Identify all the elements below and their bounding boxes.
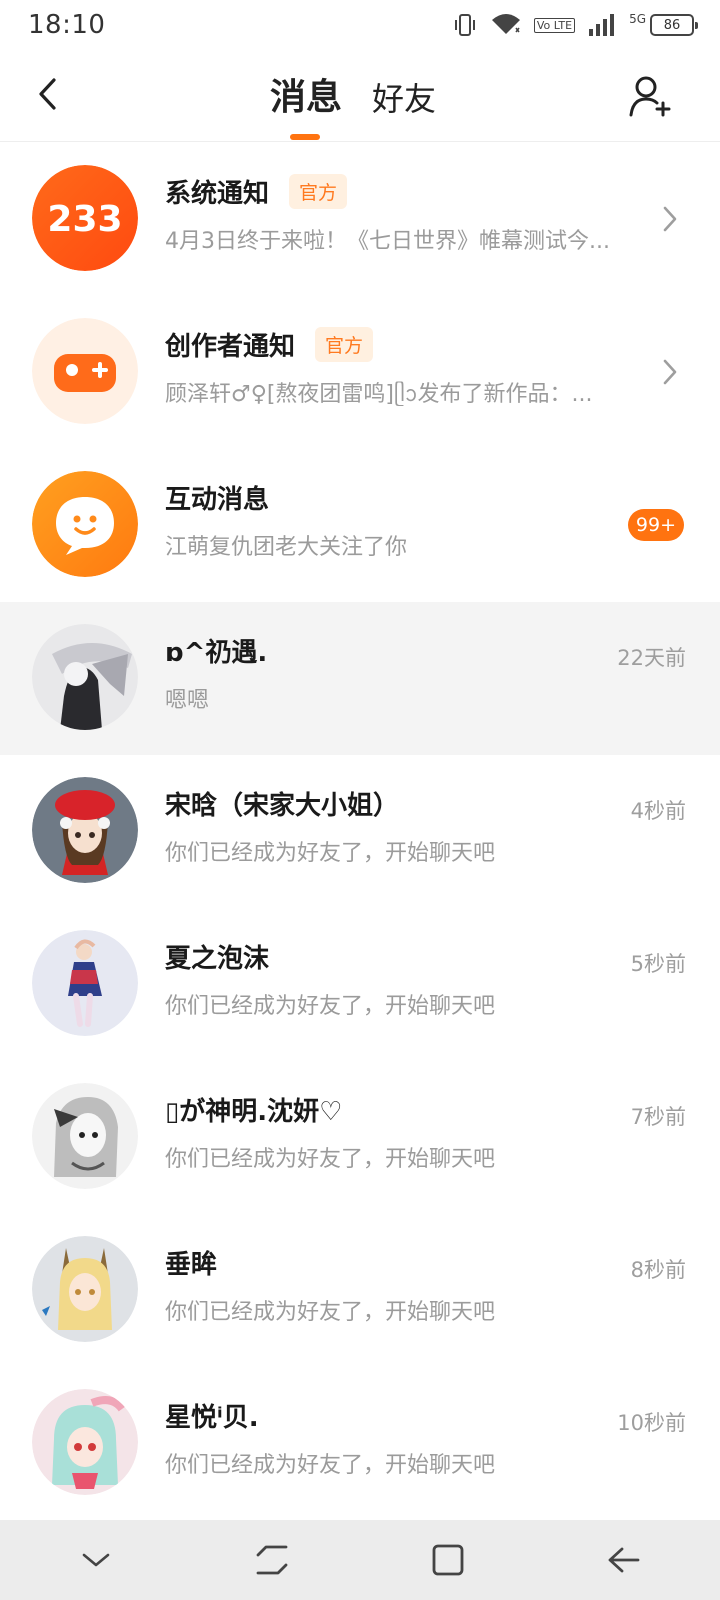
add-friend-button[interactable] [624,70,676,122]
tab-bar: 消息 好友 [270,68,436,120]
chat-last-message: 你们已经成为好友了，开始聊天吧 [165,1453,496,1478]
list-item-system-notice[interactable]: 233 系统通知 官方 4月3日终于来啦！《七日世界》帷幕测试今... [0,143,720,296]
chevron-right-icon [658,203,682,235]
svg-text:233: 233 [47,199,122,240]
chat-last-message: 你们已经成为好友了，开始聊天吧 [165,994,496,1019]
network-type: 5G [629,12,646,26]
row-title: 系统通知 官方 [165,173,348,210]
chat-name: 宋晗（宋家大小姐） [165,791,400,821]
avatar [32,471,138,577]
recents-icon [256,1545,288,1575]
system-nav-bar [0,1520,720,1600]
avatar-image [32,1389,138,1495]
nav-home-button[interactable] [408,1530,488,1590]
message-list: 233 系统通知 官方 4月3日终于来啦！《七日世界》帷幕测试今... 创作者通… [0,143,720,1520]
avatar-image [32,624,138,730]
chat-last-message: 你们已经成为好友了，开始聊天吧 [165,1147,496,1172]
header: 消息 好友 [0,50,720,142]
avatar [32,1389,138,1495]
chat-name: 夏之泡沫 [165,944,270,974]
chat-time: 8秒前 [630,1258,686,1282]
status-time: 18:10 [28,10,106,40]
wifi-icon [490,12,522,38]
tab-friends[interactable]: 好友 [372,74,436,120]
chat-item[interactable]: 垂眸 你们已经成为好友了，开始聊天吧 8秒前 [0,1214,720,1367]
chat-time: 5秒前 [630,952,686,976]
chat-time: 10秒前 [617,1411,686,1435]
battery-level: 86 [663,17,681,33]
title-text: 创作者通知 [165,332,296,362]
nav-down-icon [82,1553,110,1567]
avatar-image [32,777,138,883]
signal-icon [587,12,617,38]
chat-item[interactable]: 宋晗（宋家大小姐） 你们已经成为好友了，开始聊天吧 4秒前 [0,755,720,908]
volte-icon: Vo LTE [533,17,576,33]
chat-last-message: 嗯嗯 [165,688,210,713]
back-arrow-icon [39,78,56,110]
avatar-image [32,930,138,1036]
home-icon [432,1544,464,1576]
chat-item[interactable]: ▯が神明.沈妍♡ 你们已经成为好友了，开始聊天吧 7秒前 [0,1061,720,1214]
chat-name: ▯が神明.沈妍♡ [165,1097,343,1127]
row-subtitle: 江萌复仇团老大关注了你 [165,535,408,560]
avatar [32,777,138,883]
nav-back-icon [608,1547,640,1573]
tab-messages[interactable]: 消息 [270,68,342,120]
avatar: 233 [32,165,138,271]
status-icons: Vo LTE 5G 86 [452,12,698,38]
chat-time: 7秒前 [630,1105,686,1129]
chat-last-message: 你们已经成为好友了，开始聊天吧 [165,1300,496,1325]
row-subtitle: 顾泽轩♂♀[熬夜团雷鸣]ᥫᩣ发布了新作品：... [165,382,593,407]
chat-last-message: 你们已经成为好友了，开始聊天吧 [165,841,496,866]
official-badge: 官方 [289,174,348,209]
row-title: 互动消息 [165,479,269,516]
status-bar: 18:10 Vo LTE 5G 86 [0,0,720,50]
title-text: 系统通知 [165,179,270,209]
chat-time: 4秒前 [630,799,686,823]
back-button[interactable] [24,70,72,118]
avatar-image [32,1083,138,1189]
unread-count-badge: 99+ [627,509,684,541]
gamepad-icon [32,318,138,424]
logo-233-icon: 233 [32,165,138,271]
chat-item[interactable]: ɒ^礽遇. 嗯嗯 22天前 [0,602,720,755]
avatar [32,930,138,1036]
title-text: 互动消息 [165,485,270,515]
chevron-right-icon [658,356,682,388]
row-title: 创作者通知 官方 [165,326,374,363]
chat-time: 22天前 [617,646,686,670]
chat-name: 星悦ⁱ贝. [165,1403,259,1433]
avatar [32,1236,138,1342]
vibrate-icon [452,12,478,38]
battery-icon: 86 [650,14,698,36]
nav-hide-button[interactable] [56,1530,136,1590]
chat-item[interactable]: 夏之泡沫 你们已经成为好友了，开始聊天吧 5秒前 [0,908,720,1061]
volte-label: Vo LTE [536,18,573,32]
avatar-image [32,1236,138,1342]
official-badge: 官方 [315,327,374,362]
nav-back-button[interactable] [584,1530,664,1590]
list-item-creator-notice[interactable]: 创作者通知 官方 顾泽轩♂♀[熬夜团雷鸣]ᥫᩣ发布了新作品：... [0,296,720,449]
chat-name: 垂眸 [165,1250,218,1280]
list-item-interaction[interactable]: 互动消息 江萌复仇团老大关注了你 99+ [0,449,720,602]
active-tab-indicator [290,134,320,140]
avatar [32,624,138,730]
row-subtitle: 4月3日终于来啦！《七日世界》帷幕测试今... [165,229,610,254]
avatar [32,1083,138,1189]
add-friend-icon [629,76,671,117]
nav-recents-button[interactable] [232,1530,312,1590]
smile-chat-icon [32,471,138,577]
chat-name: ɒ^礽遇. [165,638,268,668]
avatar [32,318,138,424]
chat-item[interactable]: 星悦ⁱ贝. 你们已经成为好友了，开始聊天吧 10秒前 [0,1367,720,1520]
